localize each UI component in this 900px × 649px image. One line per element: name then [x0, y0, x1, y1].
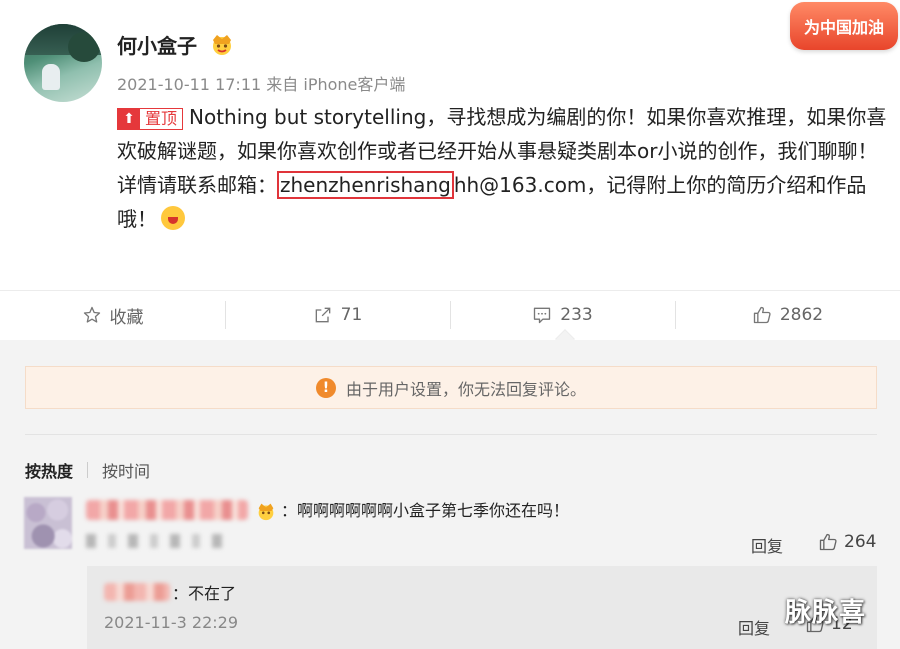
- promo-badge[interactable]: 为中国加油: [790, 2, 898, 50]
- tab-divider: [87, 462, 89, 478]
- like-button[interactable]: 2862: [675, 291, 900, 339]
- author-name[interactable]: 何小盒子: [117, 30, 197, 59]
- favorite-button[interactable]: 收藏: [0, 291, 225, 339]
- share-icon: [315, 307, 331, 323]
- vip-crown-icon: [213, 35, 231, 55]
- comment-reply-button[interactable]: 回复: [751, 533, 783, 557]
- post-meta: 2021-10-11 17:11 来自 iPhone客户端: [117, 71, 405, 95]
- commenter-meta-blurred: [86, 534, 226, 548]
- author-avatar[interactable]: [24, 24, 102, 102]
- pinned-tag: ⬆ 置顶: [117, 108, 184, 130]
- thumbs-up-icon: [753, 306, 771, 324]
- thumbs-up-icon: [819, 533, 837, 551]
- post-timestamp: 2021-10-11 17:11: [117, 75, 262, 94]
- post-text-2: 详情请联系邮箱：: [117, 173, 277, 197]
- comment-text: ：啊啊啊啊啊啊小盒子第七季你还在吗！: [281, 501, 570, 520]
- comment-sort-tabs: 按热度 按时间: [25, 458, 150, 482]
- sub-reply-text: ：不在了: [172, 584, 237, 603]
- star-icon: [83, 306, 100, 323]
- post-source: 来自 iPhone客户端: [266, 75, 406, 94]
- excited-emoji-icon: [161, 206, 185, 230]
- email-rest[interactable]: hh@163.com: [454, 173, 587, 197]
- commenter-name-blurred[interactable]: [86, 500, 248, 520]
- email-highlight[interactable]: zhenzhenrishang: [277, 171, 454, 199]
- post-text-1: Nothing but storytelling，寻找想成为编剧的你！如果你喜欢…: [117, 105, 887, 163]
- action-bar: 收藏 71 233 2862: [0, 291, 900, 339]
- warning-icon: !: [315, 377, 336, 398]
- comment-like-button[interactable]: 264: [818, 532, 876, 552]
- post-content: ⬆ 置顶 Nothing but storytelling，寻找想成为编剧的你！…: [117, 100, 887, 236]
- sub-reply-timestamp: 2021-11-3 22:29: [104, 613, 238, 632]
- reply-disabled-notice: ! 由于用户设置，你无法回复评论。: [25, 366, 877, 409]
- tab-sort-hot[interactable]: 按热度: [25, 458, 73, 482]
- vip-crown-icon: [258, 503, 274, 521]
- weibo-post: 何小盒子 2021-10-11 17:11 来自 iPhone客户端 为中国加油…: [0, 0, 900, 340]
- comment-icon: [534, 307, 551, 324]
- divider: [25, 434, 877, 435]
- watermark: 脉脉喜: [785, 598, 867, 628]
- tab-sort-time[interactable]: 按时间: [102, 458, 150, 482]
- pin-arrow-icon: ⬆: [118, 108, 140, 130]
- repost-button[interactable]: 71: [225, 291, 450, 339]
- commenter-avatar[interactable]: [24, 497, 72, 549]
- replier-name-blurred[interactable]: [104, 583, 170, 601]
- sub-reply-reply-button[interactable]: 回复: [738, 615, 770, 639]
